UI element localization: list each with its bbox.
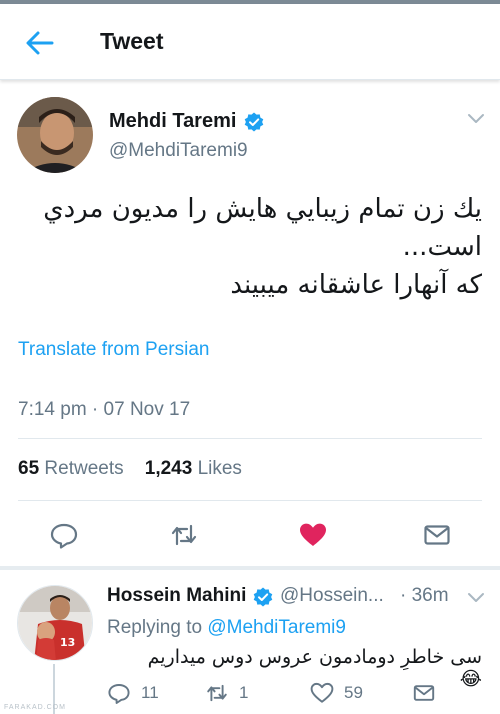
- like-count: 59: [344, 683, 363, 702]
- reply-icon: [108, 684, 130, 704]
- author-avatar[interactable]: [17, 97, 93, 173]
- replying-to-prefix: Replying to: [107, 617, 203, 638]
- likes-label: Likes: [197, 458, 242, 479]
- chevron-down-icon[interactable]: [467, 113, 485, 125]
- retweet-button[interactable]: [169, 520, 199, 550]
- tweet-text-line: كه آنهارا عاشقانه ميبيند: [230, 270, 482, 300]
- likes-stat[interactable]: 1,243 Likes: [145, 458, 242, 479]
- divider: [18, 500, 482, 501]
- chevron-down-icon[interactable]: [467, 592, 485, 604]
- retweets-stat[interactable]: 65 Retweets: [18, 458, 124, 479]
- retweet-icon: [171, 524, 197, 546]
- divider: [18, 438, 482, 439]
- direct-message-button[interactable]: [422, 520, 452, 550]
- reply-dm-button[interactable]: [412, 680, 446, 706]
- verified-badge-icon: [244, 112, 264, 132]
- reply-retweet-button[interactable]: 1: [205, 680, 248, 706]
- reply-icon: [50, 523, 78, 549]
- author-handle[interactable]: @MehdiTaremi9: [109, 140, 248, 162]
- heart-icon: [310, 682, 334, 703]
- arrow-left-icon: [26, 31, 54, 55]
- tweet-text-line: يك زن تمام زيبايي هايش را مديون مردي: [43, 194, 482, 224]
- replying-to-link[interactable]: @MehdiTaremi9: [207, 617, 346, 638]
- author-name[interactable]: Mehdi Taremi: [109, 110, 236, 133]
- page-title: Tweet: [100, 28, 164, 54]
- reply-author-name[interactable]: Hossein Mahini: [107, 585, 246, 607]
- envelope-icon: [424, 525, 450, 545]
- reply-count: 11: [141, 683, 159, 702]
- svg-text:13: 13: [60, 636, 75, 649]
- likes-count: 1,243: [144, 458, 193, 479]
- reply-author-handle[interactable]: @Hossein...: [280, 585, 384, 607]
- heart-filled-icon: [300, 523, 326, 546]
- back-button[interactable]: [22, 26, 56, 60]
- envelope-icon: [413, 685, 435, 701]
- retweets-label: Retweets: [44, 458, 124, 479]
- reply-button[interactable]: [49, 520, 79, 550]
- translate-link[interactable]: Translate from Persian: [18, 339, 209, 361]
- reply-timestamp[interactable]: · 36m: [400, 585, 449, 607]
- reply-like-button[interactable]: 59: [310, 680, 363, 706]
- watermark: FARAKAD.COM: [4, 704, 66, 711]
- verified-badge-icon: [253, 587, 273, 607]
- retweet-count: 1: [239, 683, 249, 702]
- retweet-icon: [207, 684, 227, 702]
- replying-to: Replying to @MehdiTaremi9: [107, 617, 346, 639]
- retweets-count: 65: [18, 458, 40, 479]
- like-button[interactable]: [298, 520, 328, 550]
- tweet-stats: 65 Retweets 1,243 Likes: [18, 458, 242, 480]
- tweet-text: يك زن تمام زيبايي هايش را مديون مردي است…: [18, 190, 482, 304]
- reply-author-avatar[interactable]: 13: [17, 585, 93, 661]
- tweet-timestamp[interactable]: 7:14 pm · 07 Nov 17: [18, 399, 190, 421]
- tweet-text-line: است...: [402, 232, 482, 262]
- reply-reply-button[interactable]: 11: [107, 680, 159, 706]
- section-separator: [0, 566, 500, 570]
- top-app-bar: Tweet: [0, 4, 500, 80]
